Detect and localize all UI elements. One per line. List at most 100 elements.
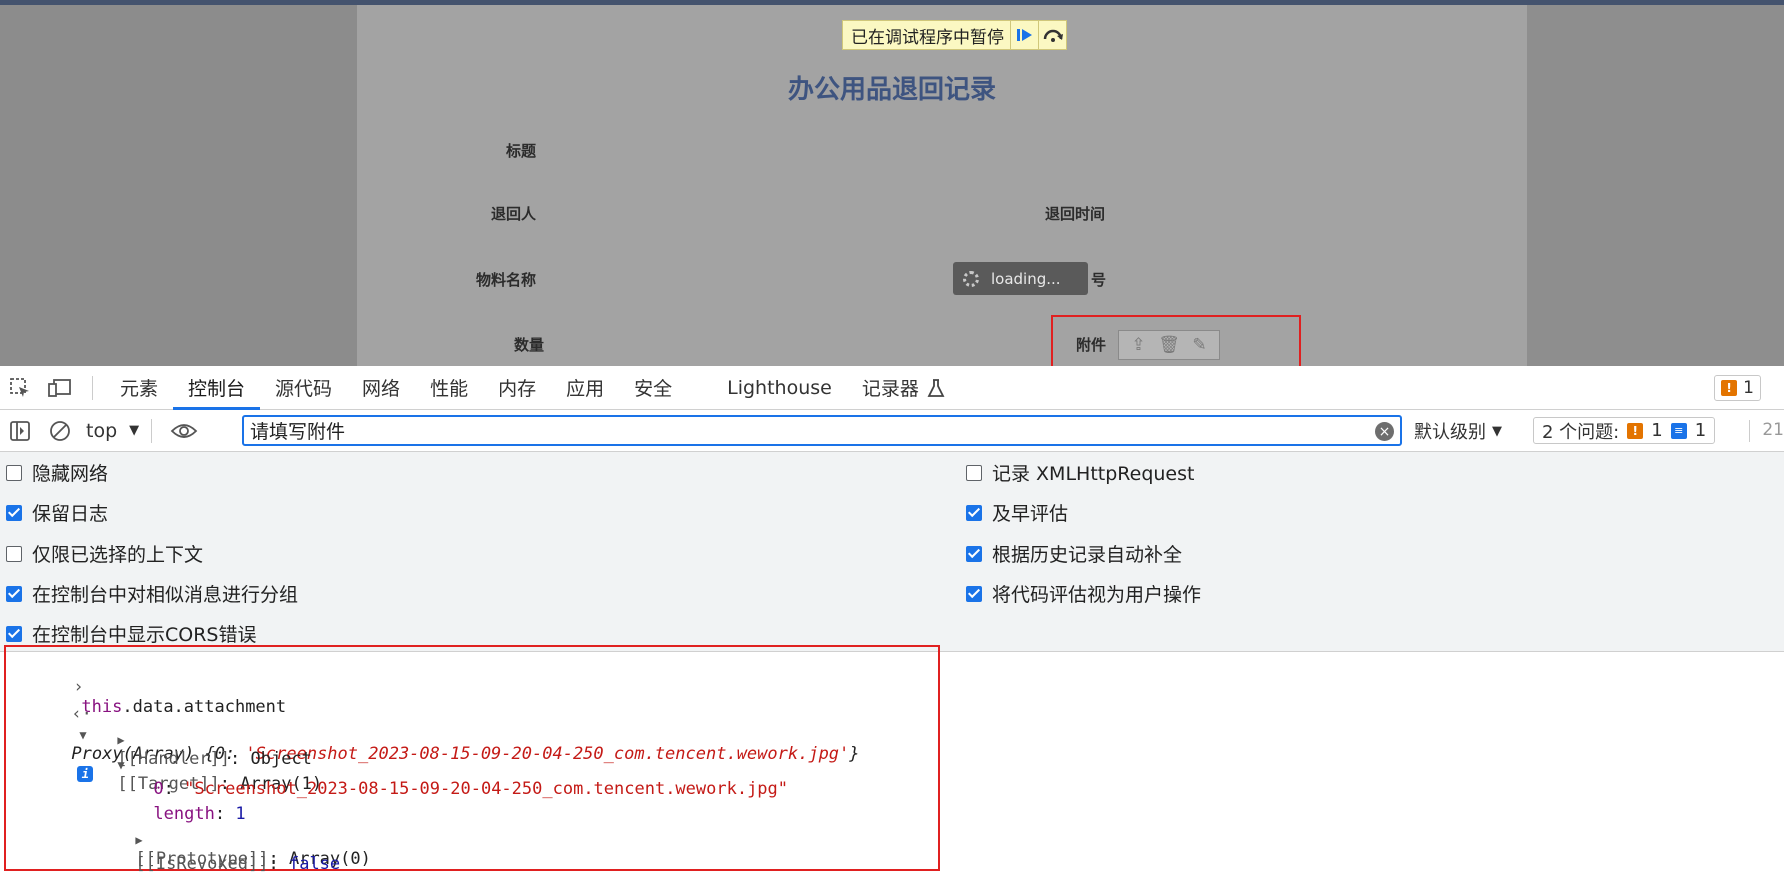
step-over-button[interactable] bbox=[1038, 21, 1066, 49]
checkbox[interactable] bbox=[966, 464, 982, 481]
proxy-summary-suffix: } bbox=[849, 744, 860, 764]
console-output[interactable]: › this.data.attachment ‹· ▼ Proxy(Array)… bbox=[0, 645, 1784, 880]
sidebar-icon bbox=[10, 420, 30, 441]
tab-security[interactable]: 安全 bbox=[619, 366, 687, 410]
resume-button[interactable] bbox=[1010, 21, 1038, 49]
device-toolbar-button[interactable] bbox=[40, 366, 80, 410]
clear-filter-icon[interactable]: × bbox=[1375, 422, 1394, 441]
issues-counter-label: 2 个问题: bbox=[1542, 421, 1620, 443]
spinner-icon bbox=[963, 270, 979, 287]
issues-counter[interactable]: 2 个问题: ! 1 ≡ 1 bbox=[1533, 417, 1716, 444]
toolbar-divider bbox=[151, 418, 153, 443]
message-icon: ≡ bbox=[1670, 422, 1687, 439]
console-filter-input[interactable]: 请填写附件 × bbox=[242, 415, 1402, 446]
setting-label: 隐藏网络 bbox=[32, 463, 109, 485]
context-selector-value: top bbox=[86, 419, 118, 442]
filter-value: 请填写附件 bbox=[250, 421, 346, 443]
tree-row-revoked[interactable]: [[IsRevoked]]: false bbox=[74, 834, 340, 894]
tab-network[interactable]: 网络 bbox=[347, 366, 415, 410]
issues-badge-count: 1 bbox=[1743, 378, 1754, 398]
clear-console-button[interactable] bbox=[40, 409, 80, 453]
setting-label: 及早评估 bbox=[992, 503, 1069, 525]
warning-icon: ! bbox=[1721, 380, 1738, 396]
tab-lighthouse[interactable]: Lighthouse bbox=[687, 366, 847, 410]
caret-down-icon: ▼ bbox=[129, 423, 140, 438]
field-label-number: 号 bbox=[1091, 271, 1107, 289]
resume-icon bbox=[1016, 29, 1032, 41]
device-icon bbox=[48, 378, 71, 397]
log-level-value: 默认级别 bbox=[1414, 422, 1486, 443]
tab-elements[interactable]: 元素 bbox=[105, 366, 173, 410]
setting-autocomplete-history[interactable]: 根据历史记录自动补全 bbox=[966, 540, 1182, 567]
inspect-element-button[interactable] bbox=[0, 366, 40, 410]
paused-in-debugger-banner: 已在调试程序中暂停 bbox=[842, 20, 1067, 50]
issues-info-count: 1 bbox=[1694, 420, 1707, 441]
checkbox[interactable] bbox=[6, 545, 22, 562]
field-label-returner: 退回人 bbox=[491, 205, 537, 223]
page-viewport: 已在调试程序中暂停 办公用品退回记录 标题 退回人 退回时间 物料名称 号 数量… bbox=[0, 0, 1784, 366]
field-label-title: 标题 bbox=[506, 142, 537, 160]
issues-badge[interactable]: ! 1 bbox=[1714, 375, 1761, 401]
tab-console[interactable]: 控制台 bbox=[173, 366, 261, 410]
setting-label: 仅限已选择的上下文 bbox=[32, 544, 204, 566]
hidden-messages-count: 21 bbox=[1749, 420, 1784, 442]
step-over-icon bbox=[1043, 29, 1063, 42]
checkbox[interactable] bbox=[6, 464, 22, 481]
field-label-quantity: 数量 bbox=[514, 336, 545, 354]
show-sidebar-button[interactable] bbox=[0, 409, 40, 453]
item-value: "Screenshot_2023-08-15-09-20-04-250_com.… bbox=[184, 779, 789, 799]
setting-selected-context-only[interactable]: 仅限已选择的上下文 bbox=[6, 540, 203, 567]
checkbox[interactable] bbox=[6, 625, 22, 642]
loading-toast: loading... bbox=[953, 262, 1088, 295]
clear-icon bbox=[50, 420, 70, 441]
tab-sources[interactable]: 源代码 bbox=[260, 366, 347, 410]
setting-eager-evaluation[interactable]: 及早评估 bbox=[966, 499, 1068, 526]
issues-warn-count: 1 bbox=[1651, 420, 1663, 441]
inspect-icon bbox=[10, 377, 29, 397]
setting-user-activation[interactable]: 将代码评估视为用户操作 bbox=[966, 580, 1201, 607]
warning-icon: ! bbox=[1627, 422, 1644, 439]
devtools-panel: 元素 控制台 源代码 网络 性能 内存 应用 安全 Lighthouse 记录器… bbox=[0, 366, 1784, 881]
console-settings-pane: 隐藏网络 保留日志 仅限已选择的上下文 在控制台中对相似消息进行分组 在控制台中… bbox=[0, 452, 1784, 652]
checkbox[interactable] bbox=[6, 585, 22, 602]
setting-label: 保留日志 bbox=[32, 503, 109, 525]
devtools-tabbar: 元素 控制台 源代码 网络 性能 内存 应用 安全 Lighthouse 记录器… bbox=[0, 366, 1784, 410]
page-right-margin bbox=[1527, 5, 1784, 366]
setting-label: 在控制台中显示CORS错误 bbox=[32, 624, 257, 646]
tab-memory[interactable]: 内存 bbox=[483, 366, 551, 410]
checkbox[interactable] bbox=[966, 585, 982, 602]
checkbox[interactable] bbox=[6, 504, 22, 521]
checkbox[interactable] bbox=[966, 545, 982, 562]
setting-hide-network[interactable]: 隐藏网络 bbox=[6, 459, 108, 486]
setting-label: 将代码评估视为用户操作 bbox=[992, 584, 1202, 606]
log-level-selector[interactable]: 默认级别 ▼ bbox=[1414, 418, 1502, 444]
paused-banner-label: 已在调试程序中暂停 bbox=[851, 27, 1004, 48]
setting-label: 根据历史记录自动补全 bbox=[992, 544, 1183, 566]
caret-down-icon: ▼ bbox=[1492, 423, 1502, 439]
setting-label: 记录 XMLHttpRequest bbox=[992, 463, 1195, 485]
setting-label: 在控制台中对相似消息进行分组 bbox=[32, 584, 299, 606]
loading-text: loading... bbox=[991, 269, 1061, 288]
field-label-material-name: 物料名称 bbox=[476, 271, 537, 289]
context-selector[interactable]: top ▼ bbox=[80, 420, 139, 442]
setting-log-xhr[interactable]: 记录 XMLHttpRequest bbox=[966, 459, 1194, 486]
highlight-box-attachment bbox=[1051, 315, 1301, 366]
field-label-return-time: 退回时间 bbox=[1045, 205, 1106, 223]
tab-performance[interactable]: 性能 bbox=[415, 366, 483, 410]
setting-preserve-log[interactable]: 保留日志 bbox=[6, 499, 108, 526]
revoked-value: false bbox=[288, 854, 341, 874]
console-toolbar: top ▼ 请填写附件 × 默认级别 ▼ 2 个问题: ! 1 ≡ 1 21 bbox=[0, 410, 1784, 452]
revoked-key: [[IsRevoked]] bbox=[135, 854, 269, 874]
live-expression-button[interactable] bbox=[164, 409, 204, 453]
checkbox[interactable] bbox=[966, 504, 982, 521]
tab-recorder[interactable]: 记录器 bbox=[847, 366, 960, 410]
setting-group-similar[interactable]: 在控制台中对相似消息进行分组 bbox=[6, 580, 298, 607]
form-title: 办公用品退回记录 bbox=[787, 75, 996, 105]
toolbar-divider bbox=[92, 375, 93, 400]
form-sheet bbox=[357, 5, 1527, 366]
eye-icon bbox=[170, 423, 198, 438]
tab-recorder-label: 记录器 bbox=[861, 378, 919, 400]
setting-show-cors-errors[interactable]: 在控制台中显示CORS错误 bbox=[6, 620, 257, 647]
flask-icon bbox=[927, 378, 945, 397]
tab-application[interactable]: 应用 bbox=[551, 366, 619, 410]
